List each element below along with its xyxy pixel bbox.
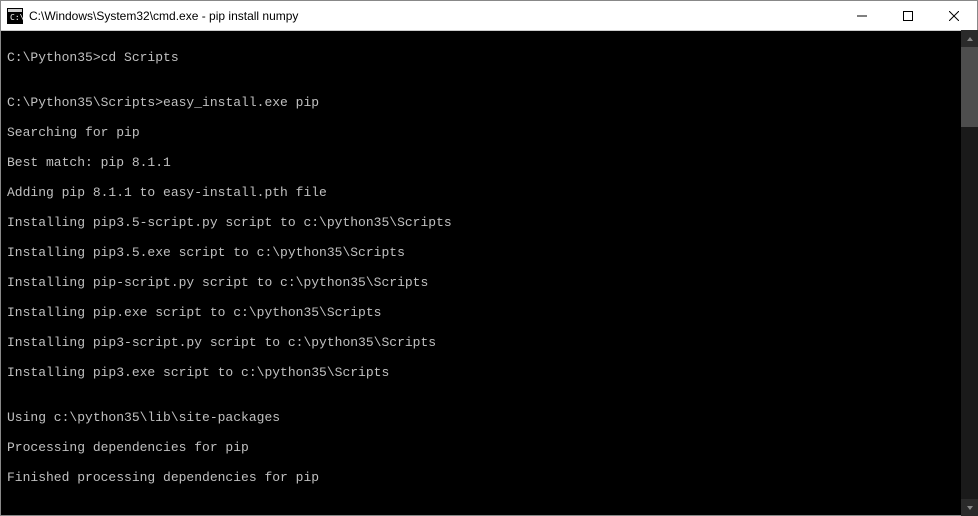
terminal-line: Installing pip3.5.exe script to c:\pytho… [7,245,971,260]
scrollbar-thumb[interactable] [961,47,978,127]
svg-text:C:\: C:\ [10,13,23,22]
prompt: C:\Python35\Scripts> [7,95,163,110]
terminal-output[interactable]: C:\Python35>cd Scripts C:\Python35\Scrip… [1,31,977,515]
cmd-icon: C:\ [7,8,23,24]
terminal-line: C:\Python35>cd Scripts [7,50,971,65]
terminal-line: C:\Python35\Scripts>easy_install.exe pip [7,95,971,110]
maximize-button[interactable] [885,1,931,30]
terminal-line: Finished processing dependencies for pip [7,470,971,485]
terminal-line: Installing pip3.5-script.py script to c:… [7,215,971,230]
terminal-line: Searching for pip [7,125,971,140]
terminal-line: Installing pip3-script.py script to c:\p… [7,335,971,350]
minimize-button[interactable] [839,1,885,30]
terminal-line: Using c:\python35\lib\site-packages [7,410,971,425]
terminal-line: Processing dependencies for pip [7,440,971,455]
terminal-line: Installing pip.exe script to c:\python35… [7,305,971,320]
vertical-scrollbar[interactable] [961,30,978,516]
terminal-line: Installing pip3.exe script to c:\python3… [7,365,971,380]
terminal-line: Installing pip-script.py script to c:\py… [7,275,971,290]
command-text: easy_install.exe pip [163,95,319,110]
scroll-up-button[interactable] [961,30,978,47]
scroll-down-button[interactable] [961,499,978,516]
prompt: C:\Python35> [7,50,101,65]
scrollbar-track[interactable] [961,47,978,499]
terminal-line: Adding pip 8.1.1 to easy-install.pth fil… [7,185,971,200]
close-button[interactable] [931,1,977,30]
terminal-line: Best match: pip 8.1.1 [7,155,971,170]
window-titlebar: C:\ C:\Windows\System32\cmd.exe - pip in… [1,1,977,31]
window-controls [839,1,977,30]
command-text: cd Scripts [101,50,179,65]
window-title: C:\Windows\System32\cmd.exe - pip instal… [29,9,839,23]
